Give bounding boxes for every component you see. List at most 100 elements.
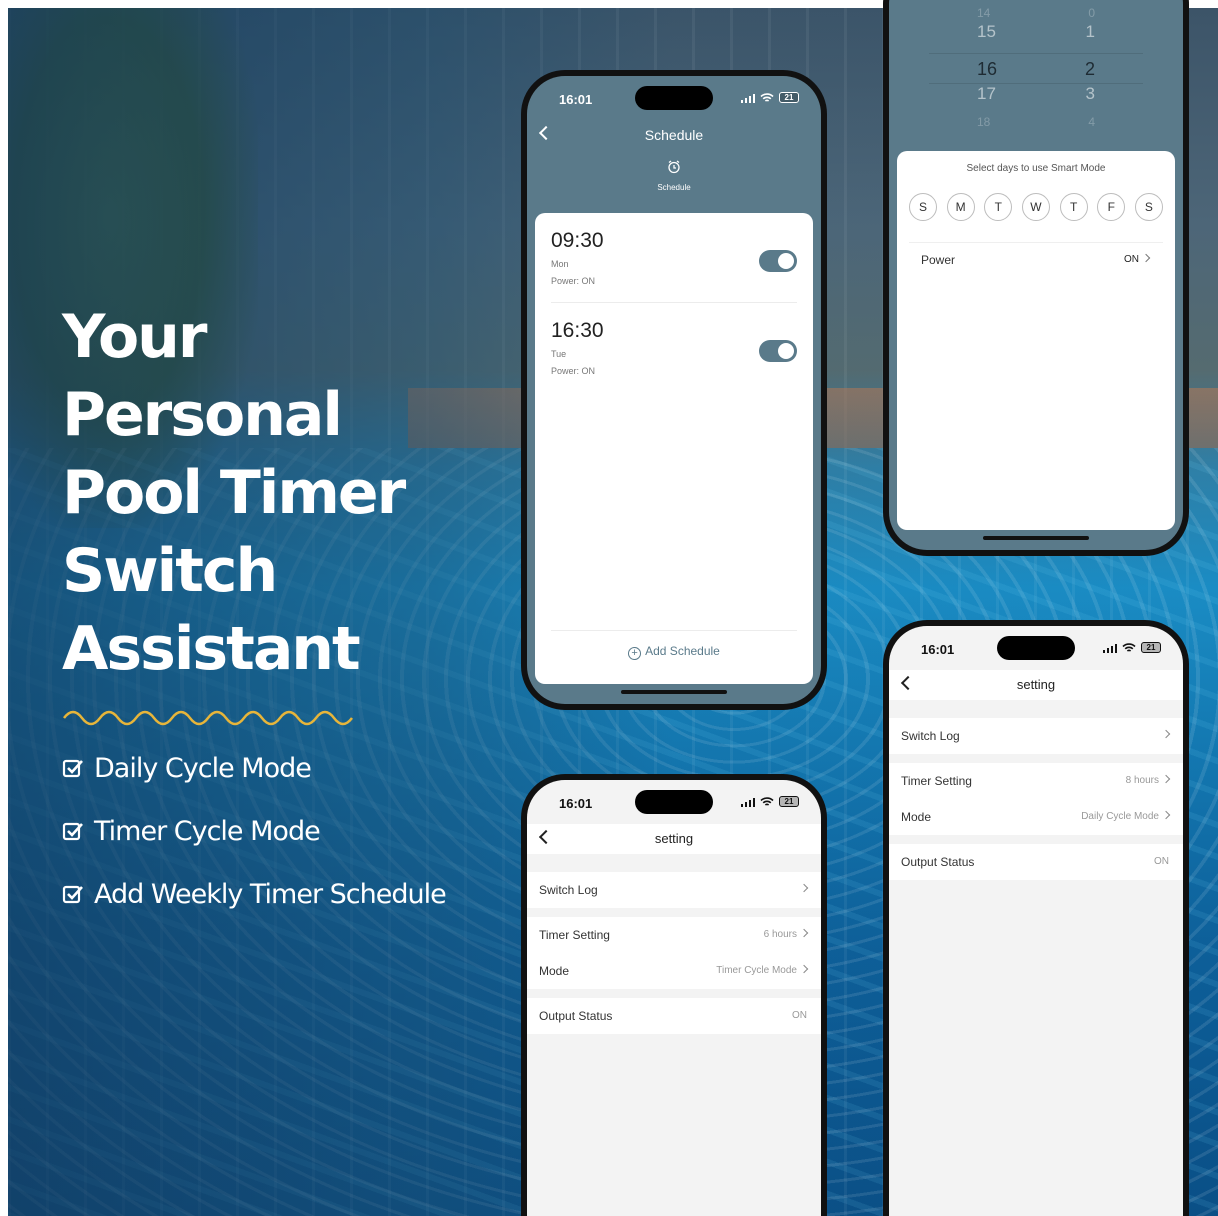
headline-line: Assistant [62, 614, 361, 684]
feature-label: Timer Cycle Mode [94, 815, 321, 847]
list-item[interactable]: 09:30 Mon Power: ON [551, 213, 797, 303]
schedule-day: Tue [551, 349, 567, 359]
feature-label: Daily Cycle Mode [94, 752, 312, 784]
alarm-clock-icon [668, 160, 680, 174]
feature-item: Daily Cycle Mode [62, 752, 446, 784]
wave-divider-icon [63, 710, 353, 726]
picker-row: 14 0 [929, 6, 1143, 22]
switch-log-row[interactable]: Switch Log [527, 872, 821, 908]
timer-setting-value: 6 hours [763, 929, 797, 940]
battery-icon: 21 [1141, 642, 1161, 653]
signal-icon [741, 797, 755, 807]
time-picker[interactable]: 14 0 15 1 16 2 17 3 18 4 [929, 6, 1143, 131]
wifi-icon [760, 796, 774, 806]
home-indicator [621, 690, 727, 694]
day-button-mon[interactable]: M [946, 193, 975, 221]
settings-list: Switch Log Timer Setting 8 hours Mode Da… [889, 718, 1183, 880]
picker-row-selected: 16 2 [929, 53, 1143, 84]
chevron-right-icon [799, 928, 809, 938]
day-button-wed[interactable]: W [1021, 193, 1050, 221]
picker-minute: 2 [1084, 59, 1095, 79]
chevron-left-icon[interactable] [900, 675, 916, 691]
timer-setting-row[interactable]: Timer Setting 6 hours [527, 917, 821, 953]
smart-mode-screen: 14 0 15 1 16 2 17 3 18 4 Select days to use S… [889, 0, 1183, 550]
checkbox-icon [62, 759, 83, 778]
chevron-left-icon[interactable] [538, 125, 554, 141]
page-title: Schedule [644, 127, 704, 143]
tab-label: Schedule [657, 183, 691, 192]
wifi-icon [1122, 642, 1136, 652]
timer-setting-row[interactable]: Timer Setting 8 hours [889, 763, 1183, 799]
chevron-right-icon [1161, 810, 1171, 820]
checkbox-icon [62, 822, 83, 841]
schedule-power: Power: ON [551, 276, 596, 286]
wifi-icon [760, 92, 774, 102]
mode-row[interactable]: Mode Timer Cycle Mode [527, 953, 821, 989]
schedule-list: 09:30 Mon Power: ON 16:30 Tue Power: ON … [535, 213, 813, 684]
mode-value: Timer Cycle Mode [716, 965, 797, 976]
picker-hour: 14 [977, 6, 991, 20]
dynamic-island [635, 86, 713, 110]
page-title: setting [1016, 677, 1056, 692]
schedule-time: 16:30 [551, 319, 604, 342]
plus-circle-icon: + [628, 647, 642, 660]
schedule-toggle[interactable] [759, 340, 797, 362]
day-button-sat[interactable]: S [1134, 193, 1163, 221]
schedule-time: 09:30 [551, 229, 604, 252]
power-label: Power [921, 253, 956, 267]
power-row[interactable]: Power ON [909, 242, 1163, 276]
feature-label: Add Weekly Timer Schedule [94, 878, 447, 910]
output-status-label: Output Status [901, 855, 975, 869]
nav-bar: setting [527, 824, 821, 854]
schedule-toggle[interactable] [759, 250, 797, 272]
phone-setting-timer: 16:01 21 setting Switch Log Timer Settin… [521, 774, 827, 1216]
headline-line: Pool Timer [62, 458, 406, 528]
timer-setting-label: Timer Setting [539, 928, 610, 942]
checkbox-icon [62, 885, 83, 904]
output-status-label: Output Status [539, 1009, 613, 1023]
picker-minute: 3 [1085, 84, 1095, 103]
switch-log-label: Switch Log [539, 883, 598, 897]
chevron-right-icon [1161, 774, 1171, 784]
output-status-value: ON [792, 1010, 807, 1021]
headline-line: Your [62, 302, 207, 372]
phone-smart-mode: 14 0 15 1 16 2 17 3 18 4 Select days to use S… [883, 0, 1189, 556]
output-status-row: Output Status ON [527, 998, 821, 1034]
status-time: 16:01 [559, 796, 593, 811]
setting-screen: 16:01 21 setting Switch Log Timer Settin… [889, 626, 1183, 1216]
switch-log-label: Switch Log [901, 729, 960, 743]
picker-minute: 4 [1088, 115, 1095, 129]
picker-row: 17 3 [929, 84, 1143, 115]
day-button-thu[interactable]: T [1059, 193, 1088, 221]
day-button-sun[interactable]: S [909, 193, 937, 221]
signal-icon [1103, 643, 1117, 653]
battery-icon: 21 [779, 92, 799, 103]
nav-bar: Schedule [527, 120, 821, 150]
feature-list: Daily Cycle Mode Timer Cycle Mode Add We… [62, 752, 447, 941]
picker-hour: 16 [977, 59, 998, 79]
dynamic-island [997, 636, 1075, 660]
tab-schedule[interactable]: Schedule [527, 160, 821, 192]
day-button-fri[interactable]: F [1097, 193, 1126, 221]
status-bar: 16:01 21 [889, 636, 1183, 660]
feature-item: Timer Cycle Mode [62, 815, 446, 847]
picker-row: 15 1 [929, 22, 1143, 53]
status-bar: 16:01 21 [527, 86, 821, 110]
chevron-left-icon[interactable] [538, 829, 554, 845]
switch-log-row[interactable]: Switch Log [889, 718, 1183, 754]
feature-item: Add Weekly Timer Schedule [62, 878, 447, 910]
schedule-screen: 16:01 21 Schedule Schedule 09:30 Mon Pow… [527, 76, 821, 704]
setting-screen: 16:01 21 setting Switch Log Timer Settin… [527, 780, 821, 1216]
mode-row[interactable]: Mode Daily Cycle Mode [889, 799, 1183, 835]
power-value: ON [1124, 254, 1139, 265]
schedule-power: Power: ON [551, 366, 596, 376]
chevron-right-icon [799, 964, 809, 974]
page-title: setting [654, 831, 694, 846]
add-schedule-button[interactable]: + Add Schedule [551, 630, 797, 666]
chevron-right-icon [799, 883, 809, 893]
status-bar: 16:01 21 [527, 790, 821, 814]
day-selector: S M T W T F S [909, 193, 1163, 221]
day-button-tue[interactable]: T [984, 193, 1013, 221]
headline-line: Personal [62, 380, 343, 450]
list-item[interactable]: 16:30 Tue Power: ON [551, 303, 797, 393]
